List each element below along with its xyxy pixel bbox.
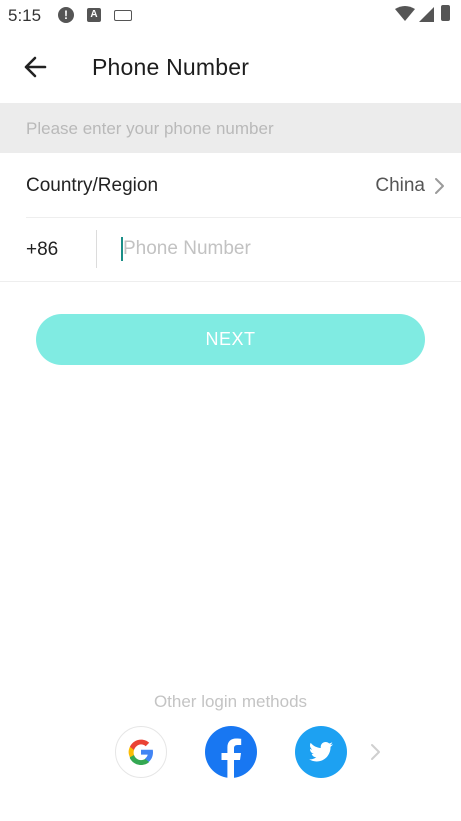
divider	[96, 230, 97, 268]
google-login-button[interactable]	[115, 726, 167, 778]
chevron-right-icon[interactable]	[368, 742, 382, 762]
a-icon: A	[87, 8, 101, 22]
alert-icon: !	[58, 7, 74, 23]
app-header: Phone Number	[0, 32, 461, 102]
next-button[interactable]: NEXT	[36, 314, 425, 365]
arrow-left-icon	[24, 56, 47, 78]
text-caret	[121, 237, 123, 261]
wifi-icon	[395, 6, 415, 21]
keyboard-icon	[114, 10, 132, 21]
signal-icon	[419, 7, 434, 22]
twitter-icon	[309, 742, 333, 762]
country-region-row[interactable]: Country/Region China	[0, 153, 461, 217]
page-title: Phone Number	[92, 54, 250, 80]
phone-row: +86	[0, 218, 461, 281]
battery-icon	[441, 5, 450, 21]
phone-number-input[interactable]	[120, 231, 443, 267]
country-value: China	[375, 175, 425, 196]
divider	[0, 281, 461, 282]
status-bar: 5:15 ! A	[0, 0, 461, 32]
facebook-login-button[interactable]	[205, 726, 257, 778]
google-icon	[128, 739, 153, 765]
other-login-title: Other login methods	[153, 692, 308, 711]
facebook-icon	[221, 738, 242, 778]
back-button[interactable]	[16, 50, 56, 84]
hint-text: Please enter your phone number	[26, 119, 274, 138]
hint-bar: Please enter your phone number	[0, 103, 461, 153]
chevron-right-icon	[435, 178, 444, 194]
status-time: 5:15	[8, 6, 42, 25]
country-code[interactable]: +86	[26, 239, 58, 261]
twitter-login-button[interactable]	[295, 726, 347, 778]
country-region-label: Country/Region	[26, 175, 159, 196]
